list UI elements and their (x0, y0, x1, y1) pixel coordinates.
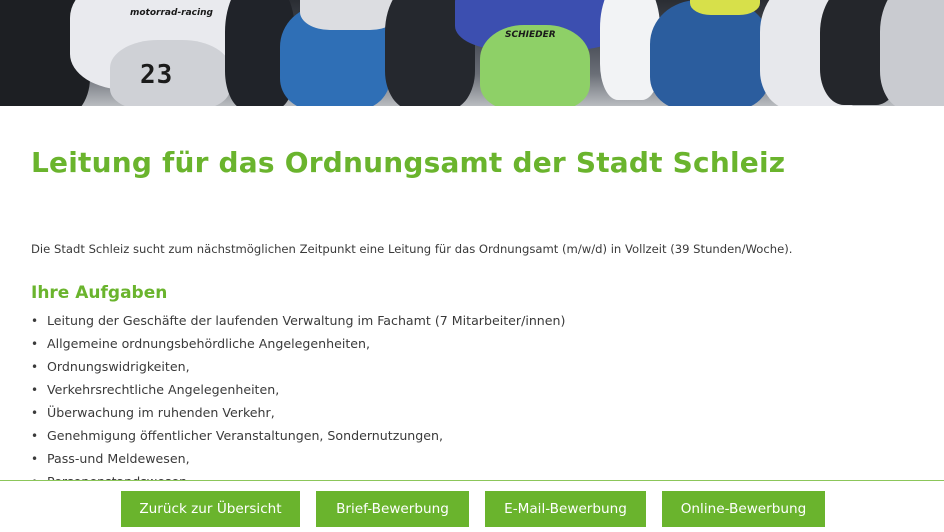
bullet: • (31, 452, 39, 466)
bullet: • (31, 406, 39, 420)
bullet: • (31, 429, 39, 443)
task-text: Genehmigung öffentlicher Veranstaltungen… (47, 428, 444, 443)
list-item: • Leitung der Geschäfte der laufenden Ver… (31, 311, 565, 334)
sponsor-text: motorrad-racing (130, 8, 213, 18)
back-to-overview-button[interactable]: Zurück zur Übersicht (121, 491, 300, 527)
email-application-button[interactable]: E-Mail-Bewerbung (485, 491, 646, 527)
task-text: Verkehrsrechtliche Angelegenheiten, (47, 382, 280, 397)
list-item: • Verkehrsrechtliche Angelegenheiten, (31, 380, 565, 403)
list-item: • Ordnungswidrigkeiten, (31, 357, 565, 380)
task-text: Überwachung im ruhenden Verkehr, (47, 405, 275, 420)
page-title: Leitung für das Ordnungsamt der Stadt Sc… (31, 146, 786, 179)
task-text: Allgemeine ordnungsbehördliche Angelegen… (47, 336, 371, 351)
bullet: • (31, 360, 39, 374)
list-item: • Überwachung im ruhenden Verkehr, (31, 403, 565, 426)
bullet: • (31, 337, 39, 351)
task-text: Ordnungswidrigkeiten, (47, 359, 190, 374)
bike-number: 23 (140, 60, 174, 90)
task-text: Leitung der Geschäfte der laufenden Verw… (47, 313, 566, 328)
tasks-list: • Leitung der Geschäfte der laufenden Ver… (31, 311, 565, 487)
task-text: Pass-und Meldewesen, (47, 451, 190, 466)
action-bar: Zurück zur Übersicht Brief-Bewerbung E-M… (0, 480, 944, 532)
bullet: • (31, 314, 39, 328)
list-item: • Genehmigung öffentlicher Veranstaltunge… (31, 426, 565, 449)
sponsor-text: SCHIEDER (505, 30, 556, 40)
tasks-heading: Ihre Aufgaben (31, 283, 168, 303)
hero-banner-image: 23 motorrad-racing SCHIEDER (0, 0, 944, 106)
letter-application-button[interactable]: Brief-Bewerbung (316, 491, 469, 527)
job-intro: Die Stadt Schleiz sucht zum nächstmöglic… (31, 242, 793, 256)
online-application-button[interactable]: Online-Bewerbung (662, 491, 825, 527)
bullet: • (31, 383, 39, 397)
list-item: • Allgemeine ordnungsbehördliche Angelege… (31, 334, 565, 357)
list-item: • Pass-und Meldewesen, (31, 449, 565, 472)
